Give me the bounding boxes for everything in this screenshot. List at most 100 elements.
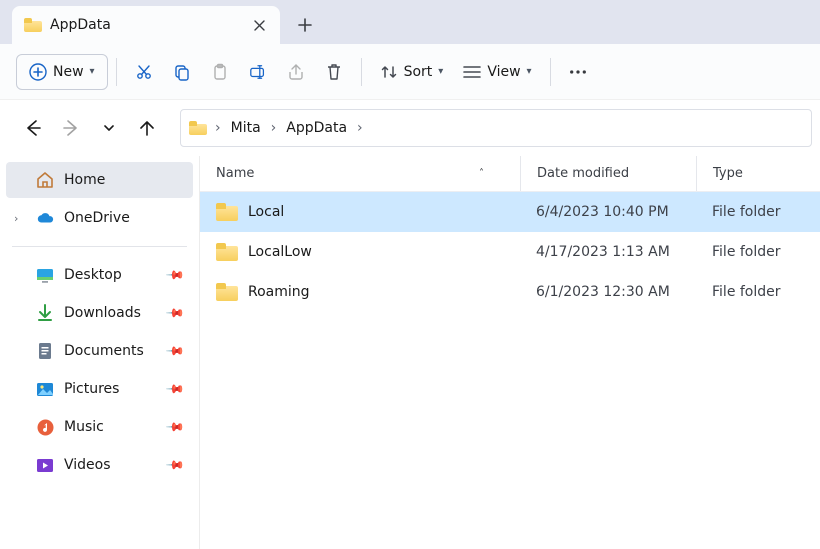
file-date: 6/1/2023 12:30 AM xyxy=(520,284,696,300)
trash-icon xyxy=(325,63,343,81)
chevron-down-icon: ▾ xyxy=(527,66,532,77)
chevron-right-icon[interactable]: › xyxy=(269,120,279,136)
column-headers: Name ˄ Date modified Type xyxy=(200,156,820,192)
table-row[interactable]: Local 6/4/2023 10:40 PMFile folder xyxy=(200,192,820,232)
new-label: New xyxy=(53,64,84,80)
breadcrumb-seg-0[interactable]: Mita xyxy=(225,116,267,140)
column-label: Date modified xyxy=(537,166,629,181)
sort-icon xyxy=(380,63,398,81)
nav-recent-button[interactable] xyxy=(92,111,126,145)
copy-button[interactable] xyxy=(163,54,201,90)
new-tab-button[interactable] xyxy=(288,8,322,42)
pin-icon: 📌 xyxy=(165,341,185,361)
file-date: 4/17/2023 1:13 AM xyxy=(520,244,696,260)
paste-button[interactable] xyxy=(201,54,239,90)
sidebar-item-music[interactable]: Music 📌 xyxy=(6,409,193,445)
rename-button[interactable] xyxy=(239,54,277,90)
tab-appdata[interactable]: AppData xyxy=(12,6,280,44)
sidebar-item-downloads[interactable]: Downloads 📌 xyxy=(6,295,193,331)
desktop-icon xyxy=(36,266,54,284)
file-type: File folder xyxy=(696,284,820,300)
sidebar-label: Home xyxy=(64,172,105,188)
sidebar-item-videos[interactable]: Videos 📌 xyxy=(6,447,193,483)
column-name[interactable]: Name ˄ xyxy=(200,156,520,191)
plus-circle-icon xyxy=(29,63,47,81)
sidebar-item-documents[interactable]: Documents 📌 xyxy=(6,333,193,369)
file-name: Local xyxy=(248,204,284,220)
nav-forward-button[interactable] xyxy=(54,111,88,145)
column-type[interactable]: Type xyxy=(696,156,820,191)
clipboard-icon xyxy=(211,63,229,81)
home-icon xyxy=(36,171,54,189)
sort-label: Sort xyxy=(404,64,433,80)
sidebar-item-pictures[interactable]: Pictures 📌 xyxy=(6,371,193,407)
pin-icon: 📌 xyxy=(165,455,185,475)
column-label: Name xyxy=(216,166,254,181)
more-button[interactable] xyxy=(559,54,597,90)
scissors-icon xyxy=(135,63,153,81)
file-list: Name ˄ Date modified Type Local 6/4/2023 … xyxy=(200,156,820,549)
sidebar-item-onedrive[interactable]: › OneDrive xyxy=(6,200,193,236)
sidebar-item-desktop[interactable]: Desktop 📌 xyxy=(6,257,193,293)
table-row[interactable]: LocalLow 4/17/2023 1:13 AMFile folder xyxy=(200,232,820,272)
folder-icon xyxy=(216,203,238,221)
sidebar: Home › OneDrive Desktop 📌 xyxy=(0,156,200,549)
folder-icon xyxy=(216,243,238,261)
chevron-right-icon[interactable]: › xyxy=(213,120,223,136)
videos-icon xyxy=(36,456,54,474)
cut-button[interactable] xyxy=(125,54,163,90)
sidebar-label: Documents xyxy=(64,343,144,359)
pin-icon: 📌 xyxy=(165,265,185,285)
tab-title: AppData xyxy=(50,17,111,33)
chevron-down-icon: ▾ xyxy=(90,66,95,77)
copy-icon xyxy=(173,63,191,81)
download-icon xyxy=(36,304,54,322)
pictures-icon xyxy=(36,380,54,398)
breadcrumb[interactable]: › Mita › AppData › xyxy=(180,109,812,147)
file-date: 6/4/2023 10:40 PM xyxy=(520,204,696,220)
nav-back-button[interactable] xyxy=(16,111,50,145)
sort-button[interactable]: Sort ▾ xyxy=(370,54,454,90)
tab-strip: AppData xyxy=(0,0,820,44)
close-tab-button[interactable] xyxy=(250,16,268,34)
breadcrumb-seg-1[interactable]: AppData xyxy=(280,116,353,140)
chevron-down-icon: ▾ xyxy=(438,66,443,77)
sidebar-label: OneDrive xyxy=(64,210,130,226)
documents-icon xyxy=(36,342,54,360)
file-type: File folder xyxy=(696,244,820,260)
chevron-right-icon[interactable]: › xyxy=(355,120,365,136)
folder-icon xyxy=(216,283,238,301)
view-label: View xyxy=(487,64,520,80)
sidebar-item-home[interactable]: Home xyxy=(6,162,193,198)
view-button[interactable]: View ▾ xyxy=(453,54,541,90)
column-label: Type xyxy=(713,166,743,181)
file-name: LocalLow xyxy=(248,244,312,260)
chevron-right-icon[interactable]: › xyxy=(14,212,18,225)
view-list-icon xyxy=(463,63,481,81)
rows-container: Local6/4/2023 10:40 PMFile folderLocalLo… xyxy=(200,192,820,549)
folder-icon xyxy=(189,121,207,135)
nav-up-button[interactable] xyxy=(130,111,164,145)
sidebar-label: Music xyxy=(64,419,104,435)
file-type: File folder xyxy=(696,204,820,220)
sort-asc-icon: ˄ xyxy=(479,168,484,179)
table-row[interactable]: Roaming 6/1/2023 12:30 AMFile folder xyxy=(200,272,820,312)
share-button[interactable] xyxy=(277,54,315,90)
cloud-icon xyxy=(36,209,54,227)
share-icon xyxy=(287,63,305,81)
sidebar-label: Downloads xyxy=(64,305,141,321)
sidebar-label: Desktop xyxy=(64,267,122,283)
sidebar-label: Pictures xyxy=(64,381,119,397)
folder-icon xyxy=(24,18,42,32)
new-button[interactable]: New ▾ xyxy=(16,54,108,90)
toolbar: New ▾ Sort ▾ xyxy=(0,44,820,100)
file-name: Roaming xyxy=(248,284,310,300)
ellipsis-icon xyxy=(569,63,587,81)
column-date[interactable]: Date modified xyxy=(520,156,696,191)
pin-icon: 📌 xyxy=(165,303,185,323)
music-icon xyxy=(36,418,54,436)
divider xyxy=(12,246,187,247)
nav-row: › Mita › AppData › xyxy=(0,100,820,156)
delete-button[interactable] xyxy=(315,54,353,90)
pin-icon: 📌 xyxy=(165,379,185,399)
